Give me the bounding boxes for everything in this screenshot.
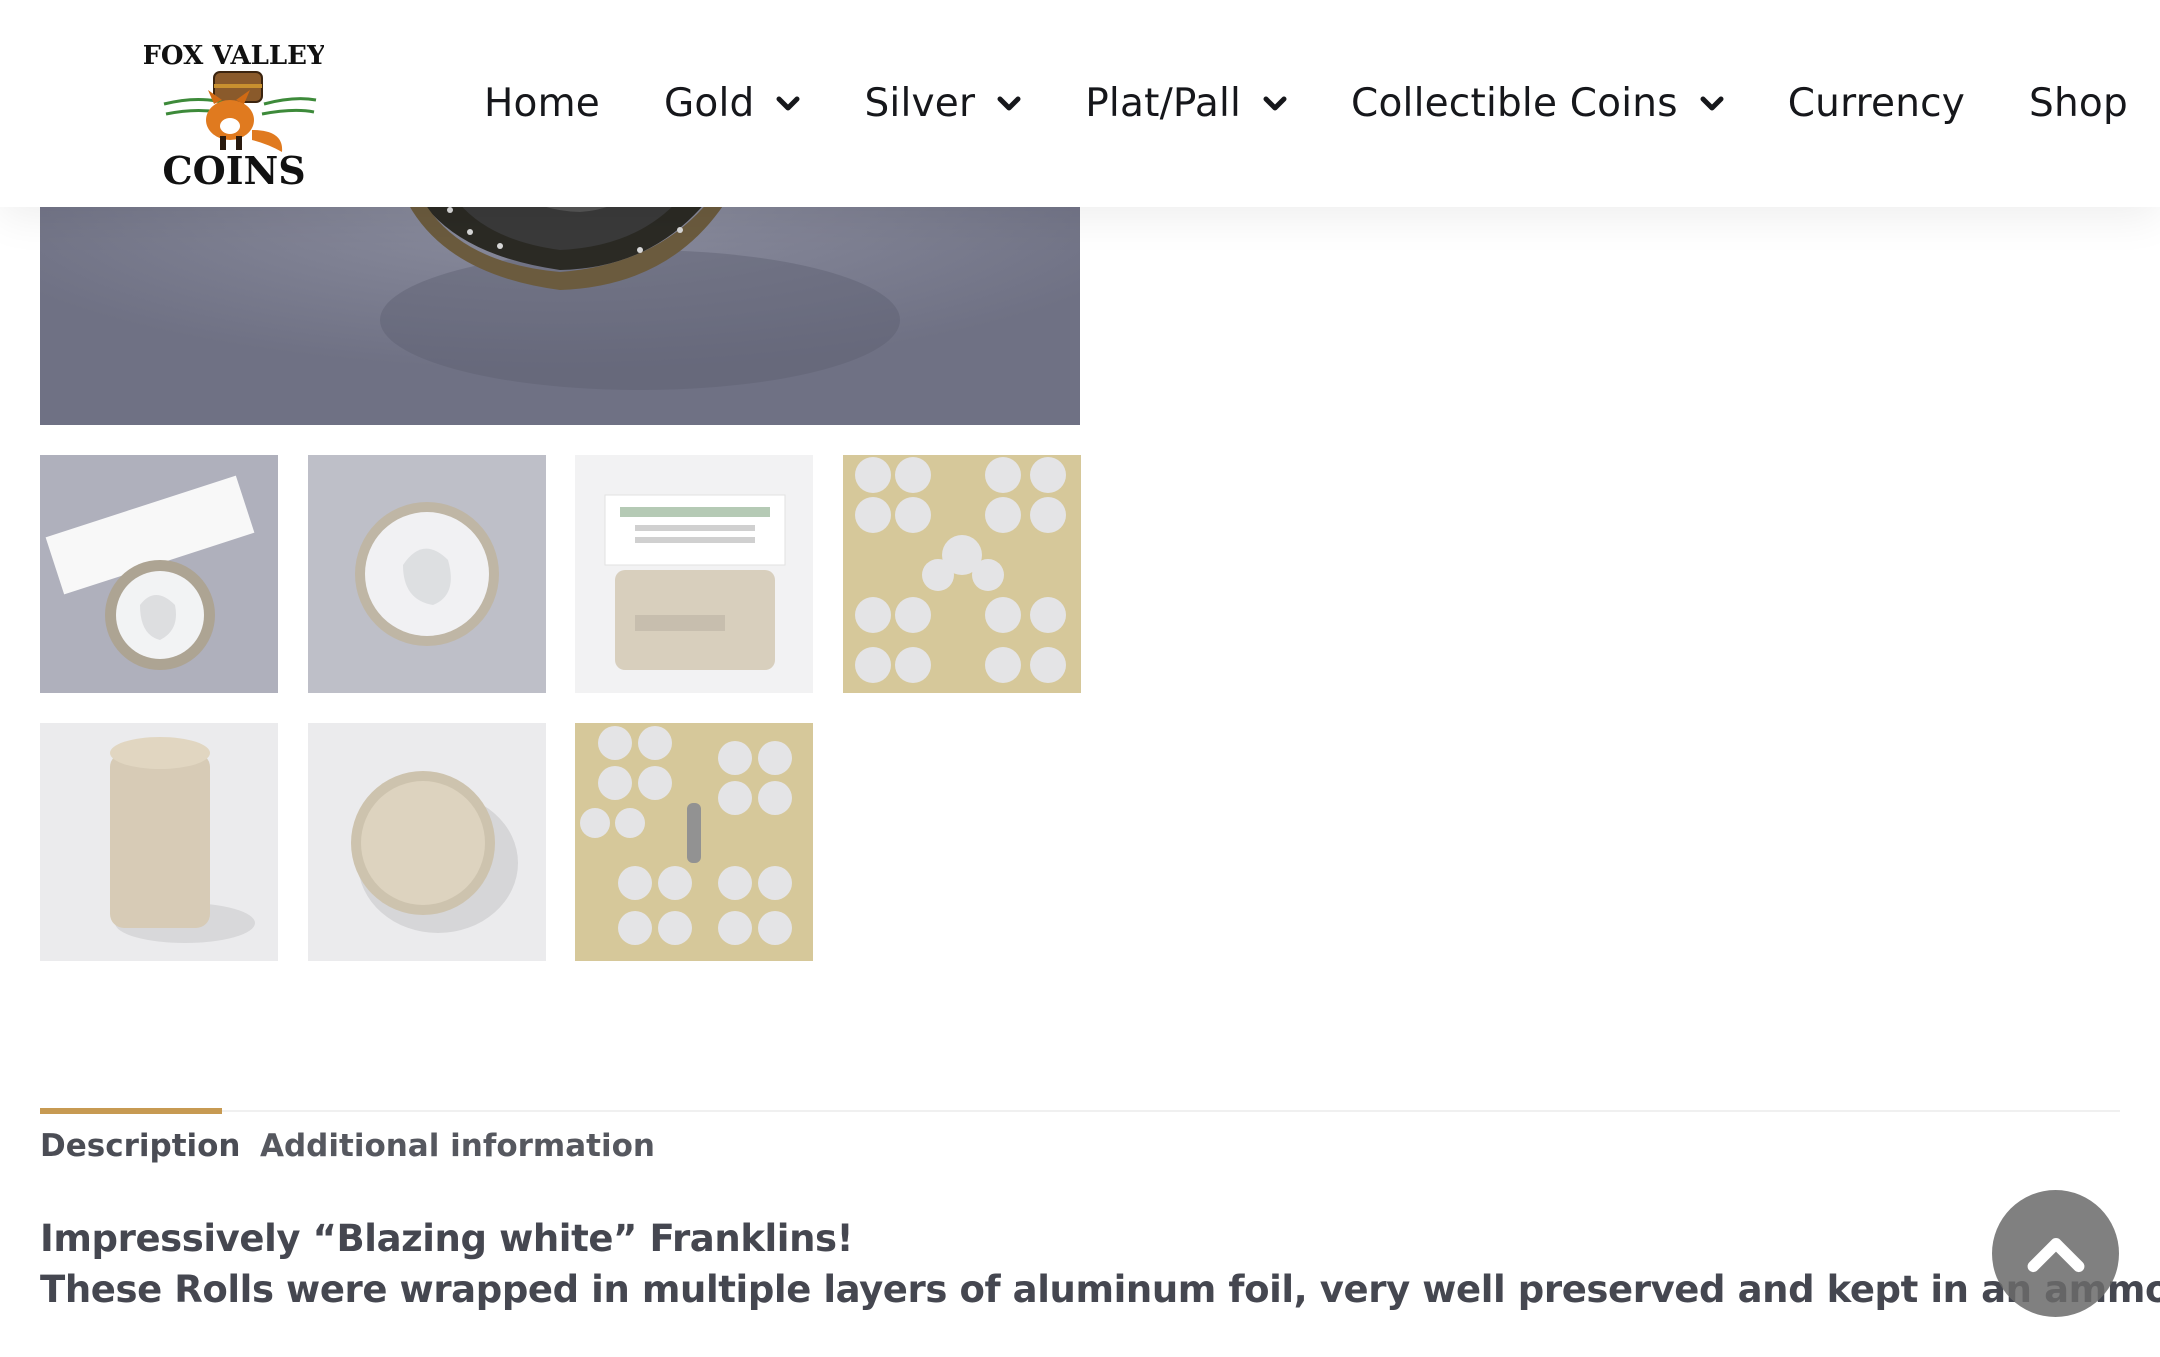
nav-silver[interactable]: Silver: [864, 81, 1021, 126]
tab-additional-information[interactable]: Additional information: [260, 1128, 655, 1164]
nav-home[interactable]: Home: [484, 81, 600, 126]
description-line: These Rolls were wrapped in multiple lay…: [40, 1268, 2160, 1311]
svg-text:FOX VALLEY: FOX VALLEY: [144, 41, 324, 71]
chevron-down-icon[interactable]: [776, 96, 800, 112]
nav-plat-pall[interactable]: Plat/Pall: [1085, 81, 1287, 126]
chevron-down-icon[interactable]: [997, 96, 1021, 112]
gallery-thumbnail[interactable]: [308, 723, 546, 961]
nav-currency[interactable]: Currency: [1788, 81, 1965, 126]
gallery-thumbnail[interactable]: [308, 455, 546, 693]
nav-collectible-coins-label: Collectible Coins: [1351, 81, 1678, 126]
nav-currency-label: Currency: [1787, 81, 1966, 126]
chevron-down-icon[interactable]: [1700, 96, 1724, 112]
active-tab-indicator: [40, 1108, 222, 1114]
gallery-thumbnail[interactable]: [843, 455, 1081, 693]
product-description: Impressively “Blazing white” Franklins! …: [40, 1213, 2160, 1315]
nav-plat-pall-label: Plat/Pall: [1085, 81, 1242, 126]
description-line: Impressively “Blazing white” Franklins!: [40, 1217, 854, 1260]
gallery-thumbnail[interactable]: [575, 455, 813, 693]
gallery-thumbnail[interactable]: [40, 723, 278, 961]
nav-gold-label: Gold: [663, 81, 755, 126]
gallery-thumbnail[interactable]: [40, 455, 278, 693]
tabs-divider: [40, 1110, 2120, 1112]
nav-shop-label: Shop: [2029, 81, 2128, 126]
fox-valley-coins-logo[interactable]: FOX VALLEY COINS: [142, 34, 326, 194]
tab-description[interactable]: Description: [40, 1128, 241, 1164]
chevron-up-icon: [2027, 1237, 2084, 1272]
nav-collectible-coins[interactable]: Collectible Coins: [1351, 81, 1724, 126]
nav-gold[interactable]: Gold: [664, 81, 800, 126]
svg-text:COINS: COINS: [162, 148, 305, 193]
nav-silver-label: Silver: [864, 81, 976, 126]
back-to-top-button[interactable]: [1992, 1190, 2119, 1317]
nav-home-label: Home: [484, 81, 600, 126]
main-navigation: Home Gold Silver Plat/Pall Collectible C…: [484, 0, 2128, 207]
gallery-thumbnail[interactable]: [575, 723, 813, 961]
site-header: FOX VALLEY COINS Home Gold Silver Plat/P…: [0, 0, 2160, 207]
nav-shop[interactable]: Shop: [2029, 81, 2128, 126]
chevron-down-icon[interactable]: [1263, 96, 1287, 112]
